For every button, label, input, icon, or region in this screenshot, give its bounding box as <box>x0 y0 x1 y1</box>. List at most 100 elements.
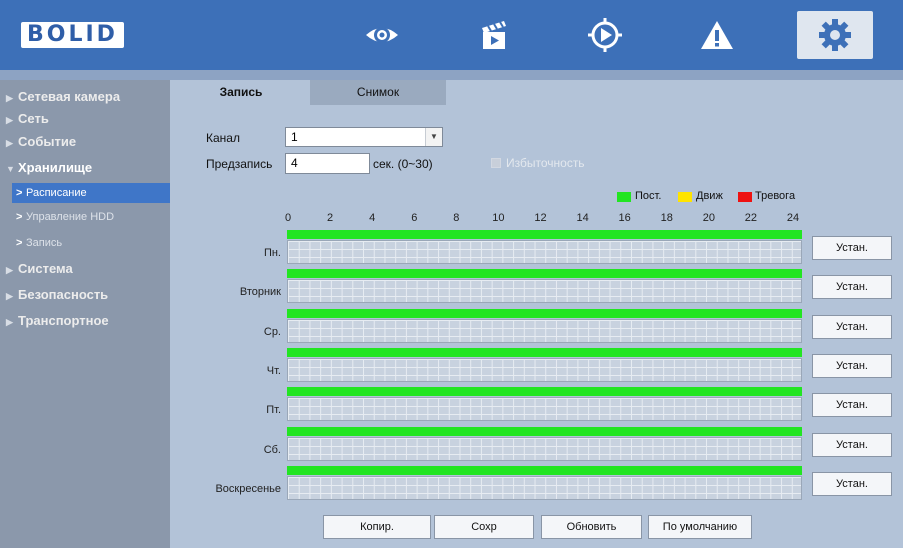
hour-label: 10 <box>492 212 505 224</box>
legend-swatch-continuous <box>617 192 631 202</box>
day-label: Сб. <box>263 443 281 456</box>
day-label: Пт. <box>266 404 281 417</box>
continuous-record-bar[interactable] <box>287 269 802 279</box>
hour-label: 22 <box>744 212 758 224</box>
day-label: Чт. <box>266 364 281 377</box>
redundancy-checkbox[interactable] <box>491 158 501 168</box>
day-label: Пн. <box>263 247 281 259</box>
hour-label: 14 <box>576 212 589 224</box>
sidebar-item-schedule[interactable]: > Расписание <box>12 183 170 203</box>
chevron-right-icon: > <box>16 187 23 199</box>
sidebar-item-label: Управление HDD <box>26 211 115 223</box>
triangle-right-icon: ▶ <box>6 138 13 148</box>
gear-icon <box>819 19 851 51</box>
nav-settings[interactable] <box>797 11 873 59</box>
sidebar-item-label: Система <box>18 261 73 276</box>
hour-label: 8 <box>453 212 460 224</box>
sidebar-item-record[interactable]: > Запись <box>12 233 170 253</box>
legend-label-motion: Движ <box>696 190 723 202</box>
sidebar-item-security[interactable]: ▶ Безопасность <box>0 284 170 306</box>
set-schedule-button[interactable]: Устан. <box>812 432 892 457</box>
hour-label: 4 <box>369 212 376 224</box>
clapper-icon <box>482 21 506 49</box>
channel-select[interactable]: 1 ▼ <box>285 127 443 147</box>
hour-label: 20 <box>702 212 715 224</box>
sidebar-item-label: Расписание <box>26 187 87 199</box>
redundancy-label: Избыточность <box>506 156 585 170</box>
sidebar-item-label: Сетевая камера <box>18 89 121 104</box>
continuous-record-bar[interactable] <box>287 347 802 357</box>
sidebar-item-transport[interactable]: ▶ Транспортное <box>0 310 170 332</box>
day-schedule-grid[interactable] <box>287 397 802 422</box>
prerecord-input[interactable]: 4 <box>285 153 370 174</box>
channel-value: 1 <box>291 130 298 144</box>
set-schedule-button[interactable]: Устан. <box>812 471 892 496</box>
continuous-record-bar[interactable] <box>287 308 802 318</box>
day-schedule-grid[interactable] <box>287 318 802 343</box>
sidebar-item-storage[interactable]: ▼ Хранилище <box>0 157 170 179</box>
legend-label-alarm: Тревога <box>755 190 796 202</box>
header-divider <box>0 70 903 80</box>
day-schedule-grid[interactable] <box>287 475 802 500</box>
day-label: Ср. <box>263 325 281 338</box>
copy-button[interactable]: Копир. <box>323 515 431 539</box>
hour-label: 6 <box>411 212 418 224</box>
sidebar-item-label: Событие <box>18 134 77 149</box>
prerecord-label: Предзапись <box>206 157 273 171</box>
legend-label-continuous: Пост. <box>635 190 662 202</box>
eye-icon <box>366 27 398 43</box>
sidebar: ▶ Сетевая камера ▶ Сеть ▶ Событие ▼ Хранилищ… <box>0 80 170 548</box>
legend-swatch-alarm <box>738 192 752 202</box>
sidebar-item-network-camera[interactable]: ▶ Сетевая камера <box>0 86 170 108</box>
triangle-down-icon: ▼ <box>6 164 15 174</box>
tab-record[interactable]: Запись <box>177 80 305 105</box>
continuous-record-bar[interactable] <box>287 230 802 239</box>
set-schedule-button[interactable]: Устан. <box>812 353 892 378</box>
day-schedule-grid[interactable] <box>287 357 802 382</box>
continuous-record-bar[interactable] <box>287 465 802 475</box>
sidebar-item-hdd-management[interactable]: > Управление HDD <box>12 207 170 227</box>
continuous-record-bar[interactable] <box>287 426 802 436</box>
day-label: Воскресенье <box>215 482 281 495</box>
refresh-button[interactable]: Обновить <box>541 515 642 539</box>
hour-label: 16 <box>618 212 631 224</box>
sidebar-item-system[interactable]: ▶ Система <box>0 258 170 280</box>
nav-playback[interactable] <box>474 15 514 55</box>
sidebar-item-event[interactable]: ▶ Событие <box>0 131 170 153</box>
set-schedule-button[interactable]: Устан. <box>812 275 892 300</box>
set-schedule-button[interactable]: Устан. <box>812 314 892 339</box>
triangle-right-icon: ▶ <box>6 291 13 301</box>
day-schedule-grid[interactable] <box>287 240 802 264</box>
sidebar-item-label: Запись <box>26 237 63 249</box>
sidebar-item-label: Хранилище <box>18 160 93 175</box>
sidebar-item-label: Сеть <box>18 111 49 126</box>
triangle-right-icon: ▶ <box>6 93 13 103</box>
day-schedule-grid[interactable] <box>287 279 802 304</box>
sidebar-item-label: Транспортное <box>18 313 109 328</box>
nav-live-view[interactable] <box>362 15 402 55</box>
hour-label: 12 <box>534 212 547 224</box>
sidebar-item-label: Безопасность <box>18 287 109 302</box>
prerecord-unit: сек. (0~30) <box>373 157 433 171</box>
sidebar-item-network[interactable]: ▶ Сеть <box>0 108 170 130</box>
nav-ptz[interactable] <box>585 15 625 55</box>
chevron-down-icon: ▼ <box>425 128 442 146</box>
tab-bar: Запись Снимок <box>170 80 903 105</box>
bolid-logo: BOLID <box>21 22 124 48</box>
tab-snapshot[interactable]: Снимок <box>310 80 446 105</box>
warning-icon <box>701 21 733 49</box>
day-schedule-grid[interactable] <box>287 436 802 461</box>
triangle-right-icon: ▶ <box>6 265 13 275</box>
continuous-record-bar[interactable] <box>287 387 802 397</box>
default-button[interactable]: По умолчанию <box>648 515 752 539</box>
triangle-right-icon: ▶ <box>6 115 13 125</box>
set-schedule-button[interactable]: Устан. <box>812 236 892 260</box>
hour-label: 18 <box>660 212 673 224</box>
save-button[interactable]: Сохр <box>434 515 534 539</box>
target-play-icon <box>588 18 622 52</box>
set-schedule-button[interactable]: Устан. <box>812 393 892 418</box>
nav-alarm[interactable] <box>697 15 737 55</box>
header-bar: BOLID <box>0 0 903 70</box>
hour-label: 0 <box>284 212 292 224</box>
channel-label: Канал <box>206 131 240 145</box>
